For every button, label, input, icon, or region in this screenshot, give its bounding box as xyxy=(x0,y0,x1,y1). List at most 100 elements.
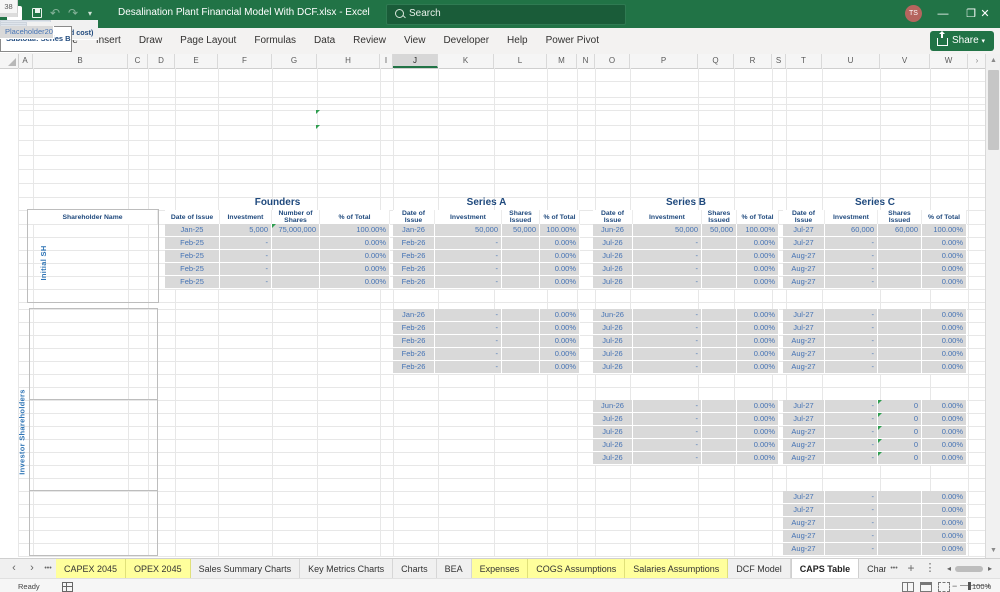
table-cell[interactable] xyxy=(502,361,540,374)
table-cell[interactable] xyxy=(878,276,922,289)
table-cell[interactable]: - xyxy=(825,413,878,426)
table-cell[interactable]: - xyxy=(435,237,502,250)
table-cell[interactable] xyxy=(878,504,922,517)
table-cell[interactable]: Jul-26 xyxy=(593,348,633,361)
table-cell[interactable] xyxy=(502,276,540,289)
table-column-header[interactable]: Shares Issued xyxy=(702,210,737,224)
table-cell[interactable]: - xyxy=(633,452,702,465)
table-cell[interactable]: - xyxy=(825,276,878,289)
redo-icon[interactable]: ↷ xyxy=(68,6,78,20)
table-column-header[interactable]: Investment xyxy=(633,210,702,224)
table-cell[interactable]: Aug-27 xyxy=(783,335,825,348)
table-column-header[interactable]: Investment xyxy=(435,210,502,224)
table-cell[interactable] xyxy=(702,400,737,413)
table-cell[interactable]: Aug-27 xyxy=(783,543,825,556)
table-cell[interactable]: - xyxy=(825,400,878,413)
table-column-header[interactable]: Number of Shares xyxy=(272,210,320,224)
table-cell[interactable]: Jul-26 xyxy=(593,263,633,276)
table-cell[interactable] xyxy=(878,491,922,504)
table-cell[interactable]: Jun-26 xyxy=(593,309,633,322)
column-header-I[interactable]: I xyxy=(380,54,393,68)
table-cell[interactable] xyxy=(878,237,922,250)
table-cell[interactable]: - xyxy=(825,426,878,439)
table-cell[interactable]: - xyxy=(633,361,702,374)
table-cell[interactable]: 0.00% xyxy=(922,237,967,250)
save-icon[interactable] xyxy=(32,8,42,18)
table-cell[interactable]: 0.00% xyxy=(922,276,967,289)
table-cell[interactable]: - xyxy=(435,335,502,348)
table-cell[interactable]: - xyxy=(825,361,878,374)
table-column-header[interactable]: Investment xyxy=(825,210,878,224)
table-cell[interactable]: 0.00% xyxy=(737,439,779,452)
table-cell[interactable]: - xyxy=(825,237,878,250)
table-cell[interactable]: Jul-26 xyxy=(593,413,633,426)
table-cell[interactable]: 0.00% xyxy=(737,276,779,289)
table-cell[interactable]: 0 xyxy=(878,452,922,465)
page-break-view-button[interactable] xyxy=(938,582,950,592)
table-cell[interactable]: - xyxy=(435,309,502,322)
table-cell[interactable]: Jul-27 xyxy=(783,322,825,335)
table-cell[interactable]: - xyxy=(435,361,502,374)
table-cell[interactable]: 0.00% xyxy=(540,263,580,276)
column-header-N[interactable]: N xyxy=(577,54,595,68)
table-cell[interactable]: 0.00% xyxy=(540,237,580,250)
table-cell[interactable]: Aug-27 xyxy=(783,263,825,276)
table-cell[interactable]: Jul-27 xyxy=(783,504,825,517)
table-cell[interactable] xyxy=(702,452,737,465)
table-cell[interactable]: 0.00% xyxy=(737,452,779,465)
table-cell[interactable]: Jul-26 xyxy=(593,250,633,263)
table-cell[interactable]: Feb-26 xyxy=(393,237,435,250)
table-cell[interactable]: Jul-26 xyxy=(593,426,633,439)
table-cell[interactable]: Feb-26 xyxy=(393,276,435,289)
select-all-button[interactable] xyxy=(0,54,19,68)
table-cell[interactable]: 100.00% xyxy=(540,224,580,237)
column-header-L[interactable]: L xyxy=(494,54,547,68)
zoom-out-button[interactable]: − xyxy=(952,581,957,591)
table-cell[interactable]: - xyxy=(435,263,502,276)
table-cell[interactable]: - xyxy=(825,543,878,556)
table-cell[interactable]: 0.00% xyxy=(922,250,967,263)
table-cell[interactable]: - xyxy=(633,348,702,361)
table-cell[interactable]: 0.00% xyxy=(320,276,390,289)
sheet-tab-cogs-assumptions[interactable]: COGS Assumptions xyxy=(528,559,625,579)
table-cell[interactable]: Jul-27 xyxy=(783,309,825,322)
column-header-R[interactable]: R xyxy=(734,54,772,68)
table-cell[interactable] xyxy=(878,309,922,322)
table-cell[interactable]: - xyxy=(220,250,272,263)
scroll-up-icon[interactable]: ▲ xyxy=(986,54,1000,68)
table-cell[interactable]: 0.00% xyxy=(922,361,967,374)
table-cell[interactable]: 50,000 xyxy=(502,224,540,237)
table-cell[interactable]: 0.00% xyxy=(540,361,580,374)
column-header-F[interactable]: F xyxy=(218,54,272,68)
table-cell[interactable] xyxy=(878,361,922,374)
table-cell[interactable]: 0 xyxy=(878,413,922,426)
ribbon-tab-data[interactable]: Data xyxy=(305,28,344,54)
table-cell[interactable]: 0.00% xyxy=(320,237,390,250)
table-cell[interactable]: Jul-26 xyxy=(593,276,633,289)
column-header-D[interactable]: D xyxy=(148,54,175,68)
sheet-tab-key-metrics-charts[interactable]: Key Metrics Charts xyxy=(300,559,393,579)
column-header-P[interactable]: P xyxy=(630,54,698,68)
table-cell[interactable]: - xyxy=(633,263,702,276)
table-column-header[interactable]: Investment xyxy=(220,210,272,224)
column-header-U[interactable]: U xyxy=(822,54,880,68)
column-header-V[interactable]: V xyxy=(880,54,930,68)
table-cell[interactable]: Aug-27 xyxy=(783,276,825,289)
table-cell[interactable]: 0.00% xyxy=(922,543,967,556)
table-cell[interactable]: 100.00% xyxy=(737,224,779,237)
table-column-header[interactable]: Shares Issued xyxy=(878,210,922,224)
table-cell[interactable]: 0.00% xyxy=(922,426,967,439)
table-cell[interactable]: Feb-26 xyxy=(393,348,435,361)
table-cell[interactable]: 0.00% xyxy=(922,452,967,465)
table-column-header[interactable]: Date of Issue xyxy=(393,210,435,224)
table-cell[interactable]: - xyxy=(825,452,878,465)
sheet-tab-capex-2045[interactable]: CAPEX 2045 xyxy=(56,559,126,579)
table-cell[interactable]: Feb-26 xyxy=(393,361,435,374)
table-cell[interactable]: Aug-27 xyxy=(783,361,825,374)
column-header-J[interactable]: J xyxy=(393,54,438,68)
table-cell[interactable]: Jul-27 xyxy=(783,237,825,250)
table-cell[interactable]: Jan-26 xyxy=(393,309,435,322)
table-cell[interactable]: Jul-26 xyxy=(593,439,633,452)
column-header-E[interactable]: E xyxy=(175,54,218,68)
column-header-G[interactable]: G xyxy=(272,54,317,68)
